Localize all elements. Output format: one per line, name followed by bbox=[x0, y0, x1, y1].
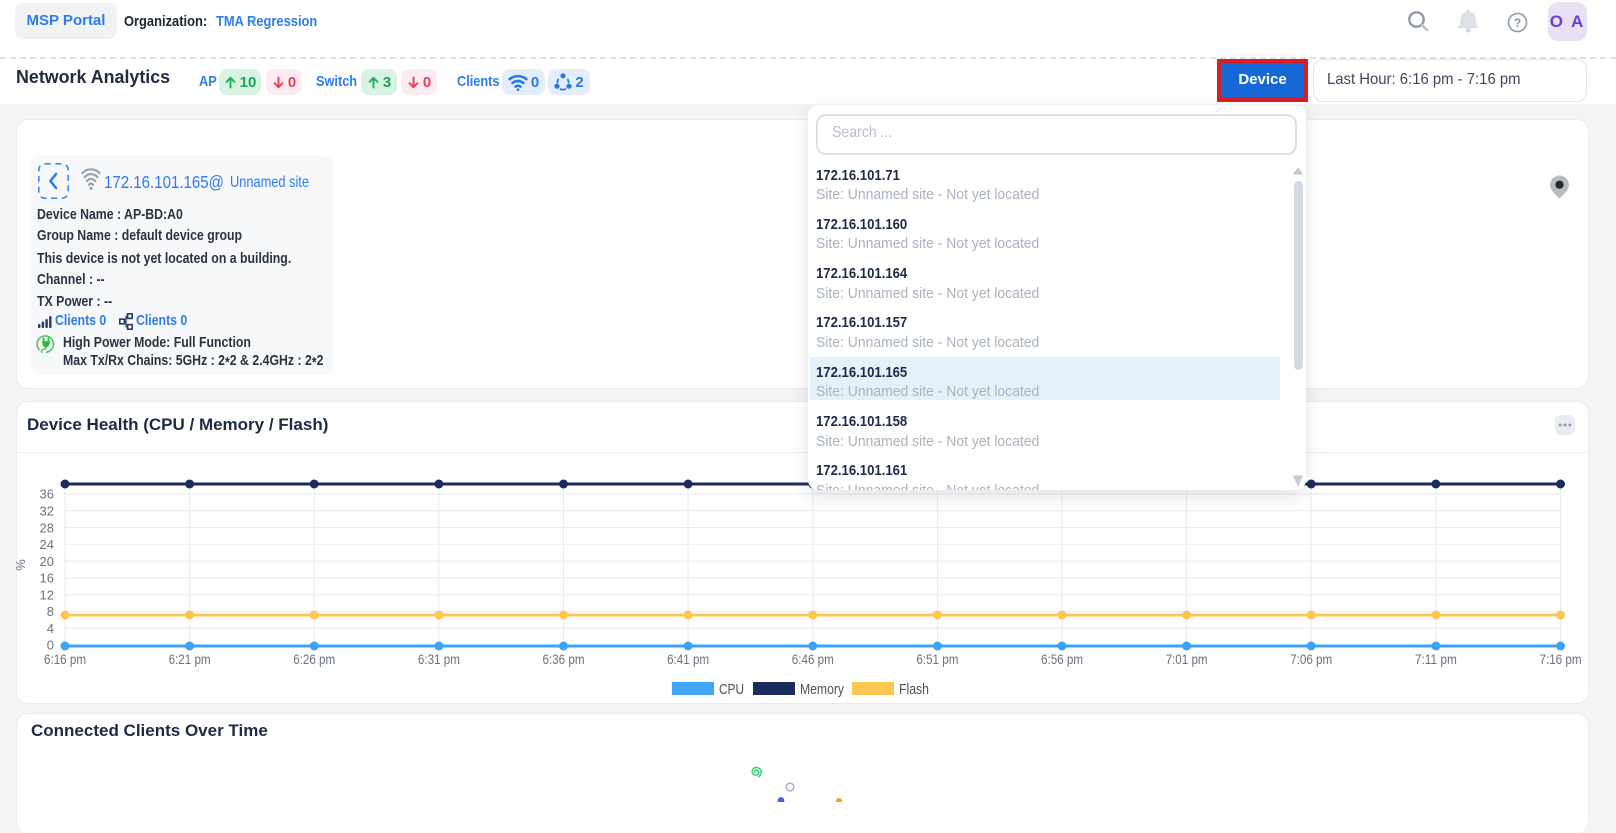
svg-text:7:11 pm: 7:11 pm bbox=[1415, 652, 1457, 667]
svg-text:Memory: Memory bbox=[800, 681, 844, 698]
svg-text:7:01 pm: 7:01 pm bbox=[1166, 652, 1208, 667]
svg-text:6:31 pm: 6:31 pm bbox=[418, 652, 460, 667]
svg-text:16: 16 bbox=[40, 571, 54, 586]
svg-text:6:51 pm: 6:51 pm bbox=[916, 652, 958, 667]
svg-text:%: % bbox=[13, 559, 28, 571]
svg-text:Flash: Flash bbox=[899, 681, 929, 698]
svg-text:6:41 pm: 6:41 pm bbox=[667, 652, 709, 667]
svg-text:20: 20 bbox=[40, 554, 54, 569]
svg-text:12: 12 bbox=[40, 587, 54, 602]
svg-text:8: 8 bbox=[47, 604, 54, 619]
svg-text:36: 36 bbox=[40, 487, 54, 502]
svg-text:0: 0 bbox=[47, 638, 54, 653]
svg-text:7:16 pm: 7:16 pm bbox=[1540, 652, 1582, 667]
svg-text:7:06 pm: 7:06 pm bbox=[1290, 652, 1332, 667]
svg-text:6:46 pm: 6:46 pm bbox=[792, 652, 834, 667]
svg-text:6:26 pm: 6:26 pm bbox=[293, 652, 335, 667]
svg-text:6:16 pm: 6:16 pm bbox=[44, 652, 86, 667]
svg-text:32: 32 bbox=[40, 504, 54, 519]
svg-text:6:21 pm: 6:21 pm bbox=[169, 652, 211, 667]
svg-text:24: 24 bbox=[40, 537, 54, 552]
svg-text:6:36 pm: 6:36 pm bbox=[543, 652, 585, 667]
svg-text:CPU: CPU bbox=[719, 681, 744, 698]
svg-text:4: 4 bbox=[47, 621, 54, 636]
svg-text:28: 28 bbox=[40, 520, 54, 535]
svg-text:6:56 pm: 6:56 pm bbox=[1041, 652, 1083, 667]
